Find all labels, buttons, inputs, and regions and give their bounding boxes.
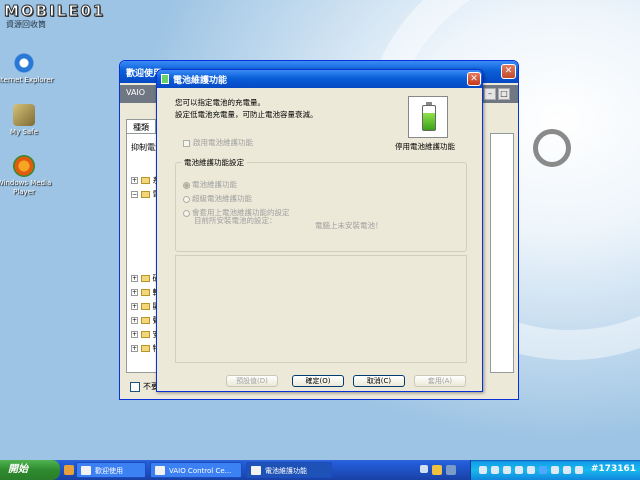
ok-button[interactable]: 確定(O) <box>292 375 344 387</box>
radio-battery-care[interactable]: 電池維護功能 <box>183 180 237 190</box>
task-vaio-control-center[interactable]: VAIO Control Ce... <box>150 462 242 478</box>
clock[interactable]: #173161 <box>591 464 636 474</box>
wireless-icon[interactable] <box>527 466 535 474</box>
security-icon[interactable] <box>503 466 511 474</box>
window-icon <box>155 466 165 475</box>
loading-ring-icon <box>533 129 571 167</box>
no-battery-message: 電腦上未安裝電池！ <box>315 221 383 230</box>
battery-icon <box>161 74 169 84</box>
folder-icon <box>141 331 150 338</box>
desktop-icon-label: My Safe <box>10 128 38 136</box>
desktop-icon-my-safe[interactable]: My Safe <box>0 104 56 137</box>
folder-icon <box>141 345 150 352</box>
bluetooth-icon[interactable] <box>539 466 547 474</box>
task-battery-care[interactable]: 電池維護功能 <box>246 462 332 478</box>
display-icon[interactable] <box>515 466 523 474</box>
battery-care-dialog: 電池維護功能 ✕ 您可以指定電池的充電量。 設定低電池充電量，可防止電池容量衰減… <box>156 69 483 392</box>
minimize-icon[interactable]: – <box>484 88 496 100</box>
watermark-logo: MOBILE01 資源回收筒 <box>4 2 134 30</box>
internet-explorer-icon <box>13 52 35 74</box>
folder-icon <box>141 289 150 296</box>
dialog-titlebar: 電池維護功能 ✕ <box>157 70 482 88</box>
desktop: MOBILE01 資源回收筒 Internet Explorer My Safe… <box>0 0 640 460</box>
tray-app-icon[interactable] <box>432 465 442 475</box>
window-icon <box>81 466 91 475</box>
cancel-button[interactable]: 取消(C) <box>353 375 405 387</box>
folder-icon <box>141 191 150 198</box>
dont-show-checkbox[interactable] <box>130 381 140 392</box>
content-panel <box>490 133 514 373</box>
folder-icon <box>141 317 150 324</box>
media-player-icon <box>13 155 35 177</box>
recycle-bin-label: 資源回收筒 <box>6 20 46 29</box>
settings-group <box>175 162 467 252</box>
power-icon[interactable] <box>563 466 571 474</box>
dialog-title: 電池維護功能 <box>173 76 228 86</box>
watermark-logo-text: MOBILE01 <box>4 2 106 21</box>
start-button[interactable]: 開始 <box>0 460 60 480</box>
desktop-icon-label: Internet Explorer <box>0 76 54 84</box>
vaio-label: VAIO <box>126 88 146 97</box>
description-line-1: 您可以指定電池的充電量。 <box>175 98 265 107</box>
volume-icon[interactable] <box>491 466 499 474</box>
usb-icon[interactable] <box>551 466 559 474</box>
system-tray: #173161 <box>470 460 640 480</box>
defaults-button[interactable]: 預設值(D) <box>226 375 278 387</box>
taskbar: 開始 歡迎使用 VAIO Control Ce... 電池維護功能 #17316… <box>0 460 640 480</box>
task-welcome[interactable]: 歡迎使用 <box>76 462 146 478</box>
radio-label: 電池維護功能 <box>192 180 237 189</box>
radio-button[interactable] <box>183 181 190 189</box>
quick-launch-icon[interactable] <box>64 465 74 475</box>
radio-button[interactable] <box>183 195 190 203</box>
dont-show-row[interactable]: 不要 <box>130 381 159 392</box>
network-icon[interactable] <box>479 466 487 474</box>
desktop-icon-ie[interactable]: Internet Explorer <box>0 52 56 85</box>
close-button[interactable]: ✕ <box>501 64 516 79</box>
folder-icon <box>141 177 150 184</box>
maximize-icon[interactable]: □ <box>498 88 510 100</box>
description-line-2: 設定低電池充電量，可防止電池容量衰減。 <box>175 110 318 119</box>
battery-status-label: 停用電池維護功能 <box>395 142 455 151</box>
radio-button[interactable] <box>183 209 190 217</box>
desktop-icon-wmp[interactable]: Windows Media Player <box>0 155 56 197</box>
enable-battery-care-row[interactable]: 啟用電池維護功能 <box>183 138 253 148</box>
battery-tray-icon[interactable] <box>575 466 583 474</box>
desktop-icon-label: Windows Media Player <box>0 179 52 196</box>
battery-icon <box>251 466 261 475</box>
folder-icon <box>141 275 150 282</box>
current-battery-settings-label: 目前所安裝電池的設定： <box>194 216 277 225</box>
tray-app-icon[interactable] <box>446 465 456 475</box>
folder-icon <box>141 303 150 310</box>
detail-panel <box>175 255 467 363</box>
enable-battery-care-label: 啟用電池維護功能 <box>193 138 253 147</box>
settings-group-title: 電池維護功能設定 <box>181 158 247 168</box>
battery-status-icon <box>408 96 448 138</box>
start-label: 開始 <box>8 464 28 475</box>
radio-label: 超級電池維護功能 <box>192 194 252 203</box>
tray-arrow-icon[interactable] <box>420 465 428 473</box>
apply-button[interactable]: 套用(A) <box>414 375 466 387</box>
enable-battery-care-checkbox[interactable] <box>183 139 190 147</box>
close-button[interactable]: ✕ <box>467 72 481 86</box>
safe-icon <box>13 104 35 126</box>
radio-super-battery-care[interactable]: 超級電池維護功能 <box>183 194 252 204</box>
